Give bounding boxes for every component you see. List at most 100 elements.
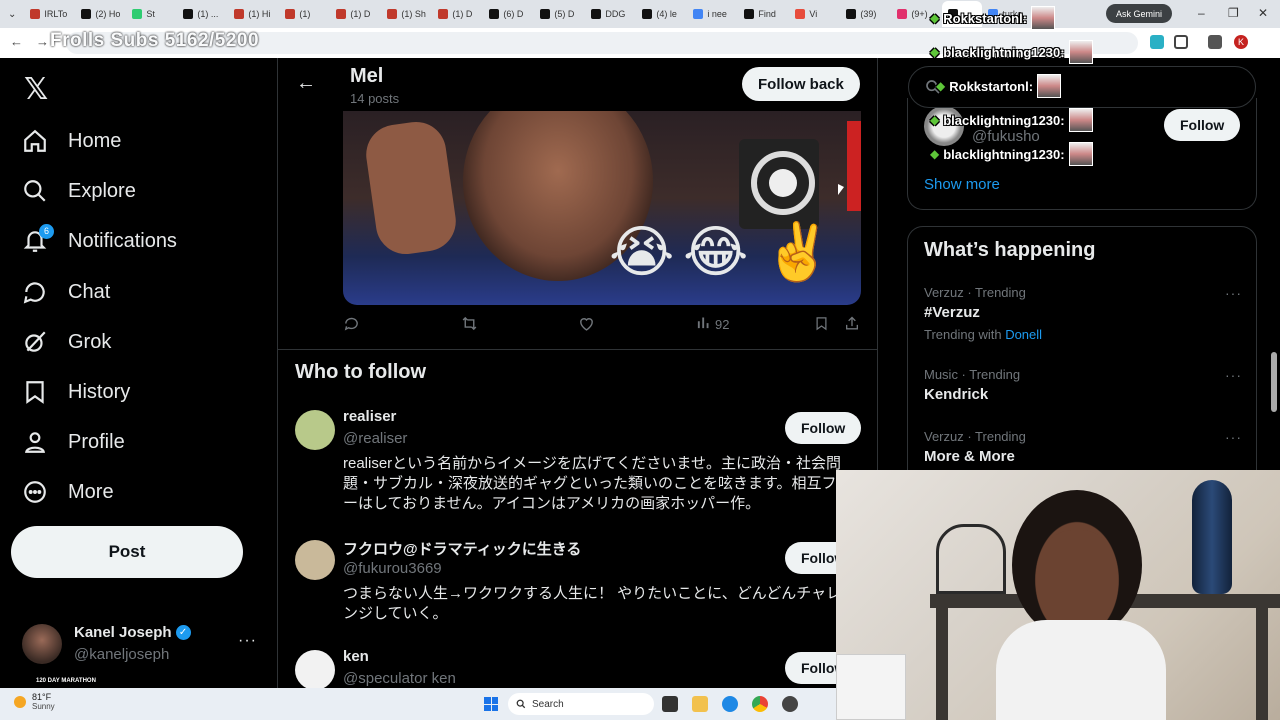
forward-icon[interactable]: → bbox=[36, 34, 49, 49]
repost-icon[interactable] bbox=[460, 315, 479, 332]
tab-favicon-icon bbox=[438, 9, 449, 19]
file-explorer-icon[interactable] bbox=[692, 696, 708, 712]
peace-hand bbox=[362, 118, 460, 258]
post-count: 14 posts bbox=[350, 91, 400, 106]
more-horizontal-icon[interactable]: ··· bbox=[1225, 285, 1242, 301]
extension-icon[interactable] bbox=[1150, 35, 1164, 49]
browser-tab[interactable]: St bbox=[126, 3, 177, 25]
tab-list-chevron-icon[interactable]: ⌄ bbox=[0, 9, 24, 20]
nav-item-profile[interactable]: Profile bbox=[22, 422, 125, 462]
more-horizontal-icon[interactable]: ··· bbox=[1225, 429, 1242, 445]
show-more-link[interactable]: Show more bbox=[924, 176, 1000, 193]
tab-favicon-icon bbox=[489, 9, 500, 19]
nav-item-history[interactable]: History bbox=[22, 372, 130, 412]
browser-tab[interactable]: Find bbox=[738, 3, 789, 25]
app-icon[interactable] bbox=[782, 696, 798, 712]
user-handle[interactable]: @fukurou3669 bbox=[343, 560, 442, 577]
diamond-icon: ◆ bbox=[936, 79, 946, 93]
account-switcher[interactable]: 120 DAY MARATHON Kanel Joseph ✓ @kaneljo… bbox=[22, 622, 262, 684]
trend-item[interactable]: Verzuz · Trending #Verzuz Trending with Do… bbox=[924, 285, 1242, 342]
tab-favicon-icon bbox=[183, 9, 194, 19]
browser-tab[interactable]: (1) Sh bbox=[381, 3, 432, 25]
windows-start-icon[interactable] bbox=[484, 697, 498, 711]
tweet-media-image[interactable]: 😭 😂 ✌️ bbox=[343, 111, 861, 305]
grok-icon bbox=[22, 329, 48, 355]
browser-profile-avatar[interactable]: K bbox=[1234, 35, 1248, 49]
user-name[interactable]: ken bbox=[343, 648, 369, 665]
task-view-icon[interactable] bbox=[662, 696, 678, 712]
streamer-body bbox=[996, 620, 1166, 720]
views-counter[interactable]: 92 bbox=[696, 315, 729, 333]
nav-item-grok[interactable]: Grok bbox=[22, 322, 111, 362]
nav-item-more[interactable]: More bbox=[22, 472, 114, 512]
browser-tab[interactable]: (39) bbox=[840, 3, 891, 25]
minimize-icon[interactable]: – bbox=[1198, 6, 1205, 20]
nav-item-notifications[interactable]: 6 Notifications bbox=[22, 221, 177, 261]
tab-favicon-icon bbox=[336, 9, 347, 19]
user-name[interactable]: realiser bbox=[343, 408, 396, 425]
avatar bbox=[22, 624, 62, 664]
extensions-puzzle-icon[interactable] bbox=[1174, 35, 1188, 49]
chrome-icon[interactable] bbox=[752, 696, 768, 712]
taskbar-search[interactable]: Search bbox=[508, 693, 654, 715]
close-window-icon[interactable]: ✕ bbox=[1258, 6, 1268, 20]
user-handle[interactable]: @realiser bbox=[343, 430, 407, 447]
browser-tab[interactable]: Vi bbox=[789, 3, 840, 25]
bookmark-icon[interactable] bbox=[814, 315, 829, 332]
main-column: 😭 😂 ✌️ ← Mel 14 posts Follow back 92 Who… bbox=[277, 58, 878, 688]
reply-icon[interactable] bbox=[343, 315, 360, 332]
edge-icon[interactable] bbox=[722, 696, 738, 712]
back-icon[interactable]: ← bbox=[10, 34, 23, 49]
avatar[interactable] bbox=[295, 650, 335, 688]
browser-tab[interactable]: (1) bbox=[279, 3, 330, 25]
red-strip bbox=[847, 121, 861, 211]
user-name[interactable]: フクロウ@ドラマティックに生きる bbox=[343, 538, 581, 559]
share-icon[interactable] bbox=[844, 315, 860, 332]
more-horizontal-icon[interactable]: ··· bbox=[1225, 367, 1242, 383]
browser-tab[interactable]: (1) D bbox=[432, 3, 483, 25]
ask-gemini-button[interactable]: Ask Gemini bbox=[1106, 4, 1173, 23]
browser-tab[interactable]: (5) D bbox=[534, 3, 585, 25]
sidebar-toggle-icon[interactable] bbox=[1208, 35, 1222, 49]
trending-with-link[interactable]: Donell bbox=[1005, 327, 1042, 342]
tab-label: (6) D bbox=[503, 9, 524, 19]
like-icon[interactable] bbox=[578, 315, 595, 332]
x-logo-icon[interactable]: 𝕏 bbox=[24, 72, 48, 107]
tab-favicon-icon bbox=[642, 9, 653, 19]
emote-image bbox=[1037, 74, 1062, 98]
restore-icon[interactable]: ❐ bbox=[1228, 6, 1239, 20]
back-arrow-icon[interactable]: ← bbox=[296, 72, 316, 95]
browser-tab[interactable]: IRLTo bbox=[24, 3, 75, 25]
browser-tab[interactable]: (1) Hi bbox=[228, 3, 279, 25]
browser-tab[interactable]: DDG bbox=[585, 3, 636, 25]
chat-username: blacklightning1230: bbox=[943, 146, 1065, 162]
browser-tab[interactable]: (1) ... bbox=[177, 3, 228, 25]
diamond-icon: ◆ bbox=[930, 147, 940, 161]
avatar[interactable] bbox=[295, 410, 335, 450]
browser-tab[interactable]: (1) D bbox=[330, 3, 381, 25]
more-horizontal-icon[interactable]: ··· bbox=[238, 632, 257, 650]
trend-category: Verzuz · Trending bbox=[924, 429, 1026, 444]
follow-button[interactable]: Follow bbox=[1164, 109, 1241, 141]
trend-item[interactable]: Verzuz · Trending More & More ··· bbox=[924, 429, 1242, 465]
browser-tab[interactable]: i nee bbox=[687, 3, 738, 25]
emote-image bbox=[1068, 40, 1093, 64]
nav-item-chat[interactable]: Chat bbox=[22, 272, 110, 312]
follow-button[interactable]: Follow bbox=[785, 412, 862, 444]
nav-item-home[interactable]: Home bbox=[22, 121, 121, 161]
follow-back-button[interactable]: Follow back bbox=[742, 67, 860, 101]
user-handle[interactable]: @speculator ken bbox=[343, 670, 456, 687]
browser-tab[interactable]: (2) Ho bbox=[75, 3, 126, 25]
windows-taskbar: 81°F Sunny Search bbox=[0, 688, 836, 720]
horse-sculpture bbox=[936, 524, 1006, 594]
weather-widget[interactable]: 81°F Sunny bbox=[14, 692, 55, 711]
page-scrollbar[interactable] bbox=[1271, 352, 1277, 412]
trend-item[interactable]: Music · Trending Kendrick ··· bbox=[924, 367, 1242, 403]
post-button[interactable]: Post bbox=[11, 526, 243, 578]
browser-tab[interactable]: (4) le bbox=[636, 3, 687, 25]
trend-category: Music · Trending bbox=[924, 367, 1021, 382]
avatar[interactable] bbox=[295, 540, 335, 580]
tab-label: (2) Ho bbox=[95, 9, 121, 19]
nav-item-explore[interactable]: Explore bbox=[22, 171, 136, 211]
browser-tab[interactable]: (6) D bbox=[483, 3, 534, 25]
